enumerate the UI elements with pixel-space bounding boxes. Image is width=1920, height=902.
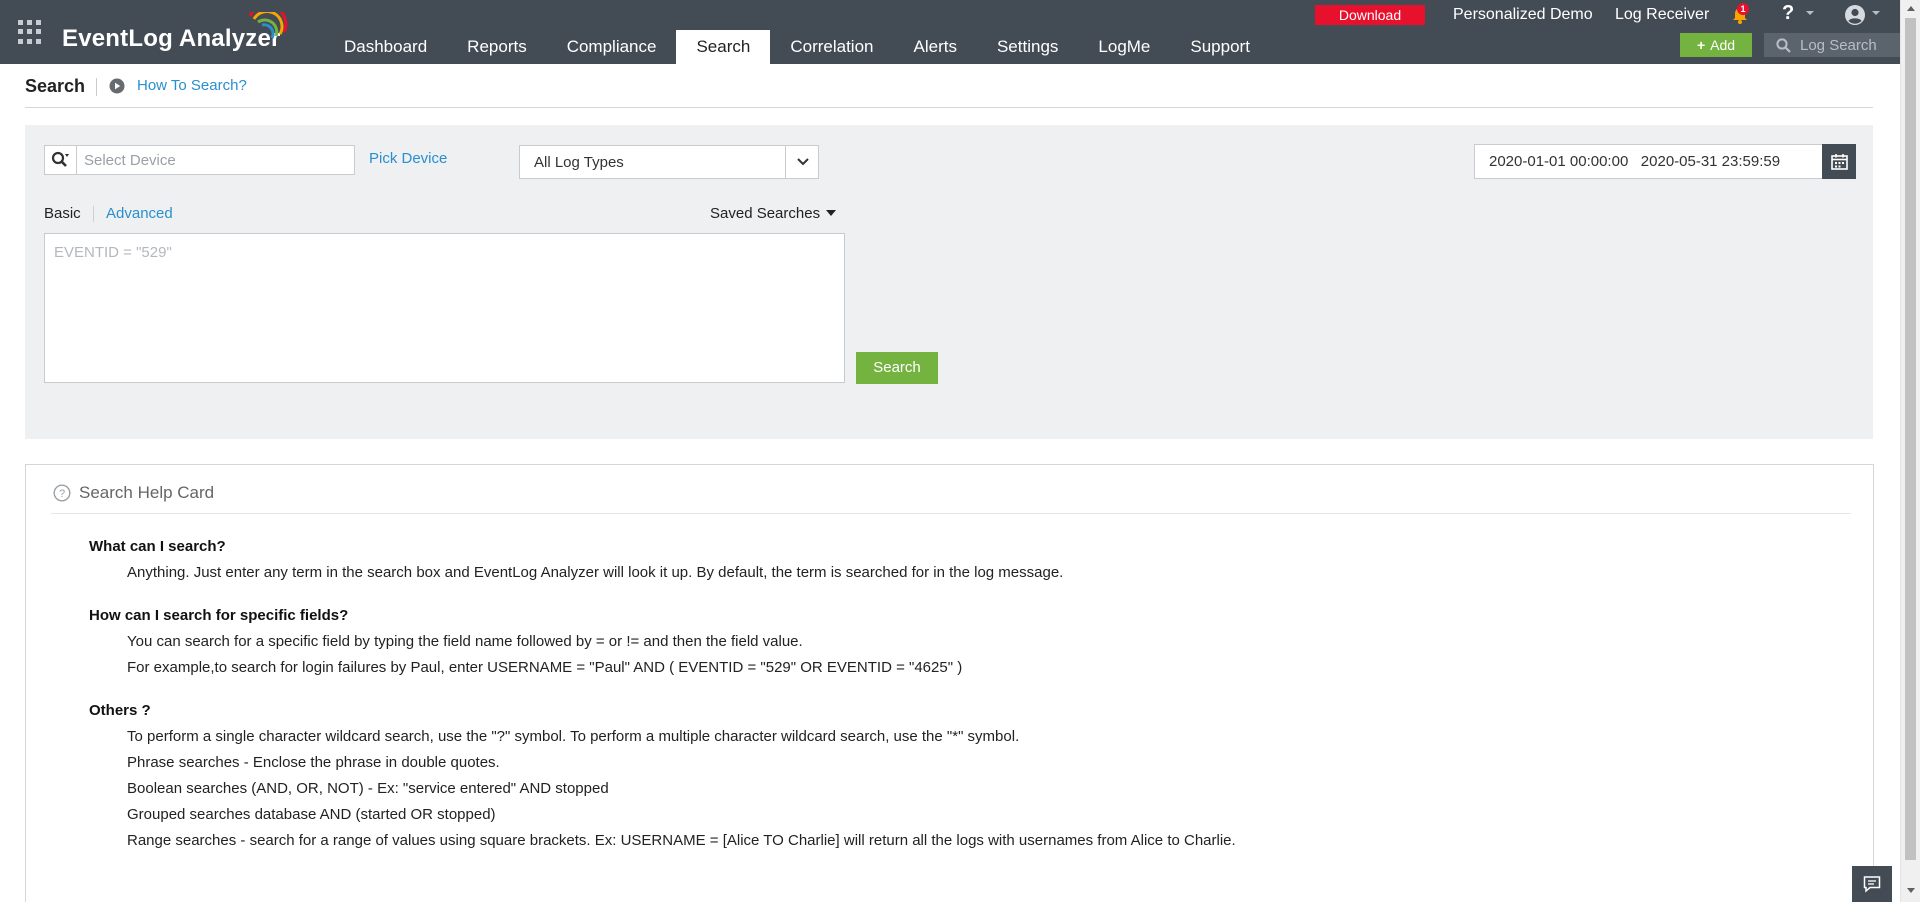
help-answer: Anything. Just enter any term in the sea… [127, 564, 1064, 581]
nav-dashboard[interactable]: Dashboard [324, 30, 447, 64]
add-button-label: Add [1710, 37, 1736, 53]
logo-arc-icon [248, 12, 288, 39]
download-button[interactable]: Download [1315, 5, 1425, 25]
help-question: How can I search for specific fields? [89, 607, 349, 624]
help-answer: To perform a single character wildcard s… [127, 728, 1020, 745]
nav-support[interactable]: Support [1170, 30, 1270, 64]
apps-grid-icon[interactable] [18, 20, 42, 44]
main-nav: Dashboard Reports Compliance Search Corr… [324, 30, 1270, 64]
device-selector[interactable] [44, 145, 355, 175]
chevron-down-icon [797, 158, 809, 166]
search-help-card: ? Search Help Card What can I search? An… [25, 464, 1874, 902]
nav-search[interactable]: Search [676, 30, 771, 64]
scroll-thumb[interactable] [1905, 18, 1916, 860]
nav-settings[interactable]: Settings [977, 30, 1078, 64]
device-search-button[interactable] [45, 146, 77, 174]
user-icon[interactable] [1844, 4, 1866, 26]
date-range-value: 2020-01-01 00:00:00 2020-05-31 23:59:59 [1489, 153, 1781, 170]
help-question: Others ? [89, 702, 151, 719]
help-question: What can I search? [89, 538, 226, 555]
calendar-icon [1831, 154, 1848, 170]
help-card-divider [51, 513, 1851, 514]
svg-text:?: ? [59, 488, 65, 500]
page-title: Search [25, 76, 86, 96]
help-caret-icon[interactable] [1806, 11, 1814, 15]
caret-down-icon [826, 210, 837, 216]
pick-device-link[interactable]: Pick Device [369, 150, 447, 167]
help-answer: You can search for a specific field by t… [127, 633, 803, 650]
help-answer: Boolean searches (AND, OR, NOT) - Ex: "s… [127, 780, 609, 797]
nav-correlation[interactable]: Correlation [770, 30, 893, 64]
log-search-input[interactable] [1800, 35, 1898, 55]
page-scrollbar[interactable] [1900, 0, 1920, 902]
saved-searches-dropdown[interactable]: Saved Searches [710, 205, 837, 222]
help-answer: For example,to search for login failures… [127, 659, 963, 676]
nav-alerts[interactable]: Alerts [894, 30, 977, 64]
date-range-field[interactable]: 2020-01-01 00:00:00 2020-05-31 23:59:59 [1474, 144, 1824, 179]
tab-divider [93, 206, 94, 222]
log-receiver-link[interactable]: Log Receiver [1615, 4, 1709, 26]
query-editor[interactable] [44, 233, 845, 383]
scroll-up-arrow-icon[interactable] [1907, 6, 1915, 11]
app-logo[interactable]: EventLog Analyzer [62, 12, 292, 52]
help-answer: Phrase searches - Enclose the phrase in … [127, 754, 500, 771]
nav-compliance[interactable]: Compliance [547, 30, 677, 64]
search-icon [1776, 38, 1791, 53]
notification-badge: 1 [1737, 3, 1749, 15]
add-button[interactable]: + Add [1680, 33, 1752, 57]
help-card-content: What can I search? Anything. Just enter … [89, 537, 1789, 874]
help-icon[interactable]: ? [1782, 2, 1794, 25]
question-circle-icon: ? [53, 484, 71, 502]
top-bar: EventLog Analyzer Dashboard Reports Comp… [0, 0, 1900, 64]
log-type-value: All Log Types [534, 154, 624, 171]
personalized-demo-link[interactable]: Personalized Demo [1453, 4, 1593, 26]
chat-icon [1863, 876, 1881, 893]
help-section: Others ? To perform a single character w… [89, 701, 1789, 851]
help-section: What can I search? Anything. Just enter … [89, 537, 1789, 583]
log-search-box[interactable] [1764, 33, 1900, 57]
device-search-icon [51, 151, 69, 167]
tab-basic[interactable]: Basic [44, 205, 81, 222]
help-answer: Range searches - search for a range of v… [127, 832, 1236, 849]
help-section: How can I search for specific fields? Yo… [89, 606, 1789, 678]
help-card-title: Search Help Card [79, 483, 215, 502]
play-circle-icon[interactable] [109, 78, 125, 94]
title-divider [96, 78, 97, 96]
device-input[interactable] [84, 150, 344, 170]
nav-reports[interactable]: Reports [447, 30, 547, 64]
chat-button[interactable] [1852, 866, 1892, 902]
scroll-down-arrow-icon[interactable] [1907, 888, 1915, 893]
query-input[interactable] [45, 234, 844, 382]
tab-advanced[interactable]: Advanced [106, 205, 173, 222]
plus-icon: + [1696, 37, 1706, 53]
search-button[interactable]: Search [856, 352, 938, 384]
how-to-search-link[interactable]: How To Search? [137, 77, 247, 94]
help-answer: Grouped searches database AND (started O… [127, 806, 496, 823]
saved-searches-label: Saved Searches [710, 205, 821, 222]
log-type-dropdown-button[interactable] [785, 146, 818, 178]
user-caret-icon[interactable] [1872, 11, 1880, 15]
header-divider [25, 107, 1873, 108]
search-panel: Pick Device All Log Types 2020-01-01 00:… [25, 125, 1873, 439]
nav-logme[interactable]: LogMe [1078, 30, 1170, 64]
log-type-select[interactable]: All Log Types [519, 145, 819, 179]
calendar-button[interactable] [1822, 144, 1856, 179]
